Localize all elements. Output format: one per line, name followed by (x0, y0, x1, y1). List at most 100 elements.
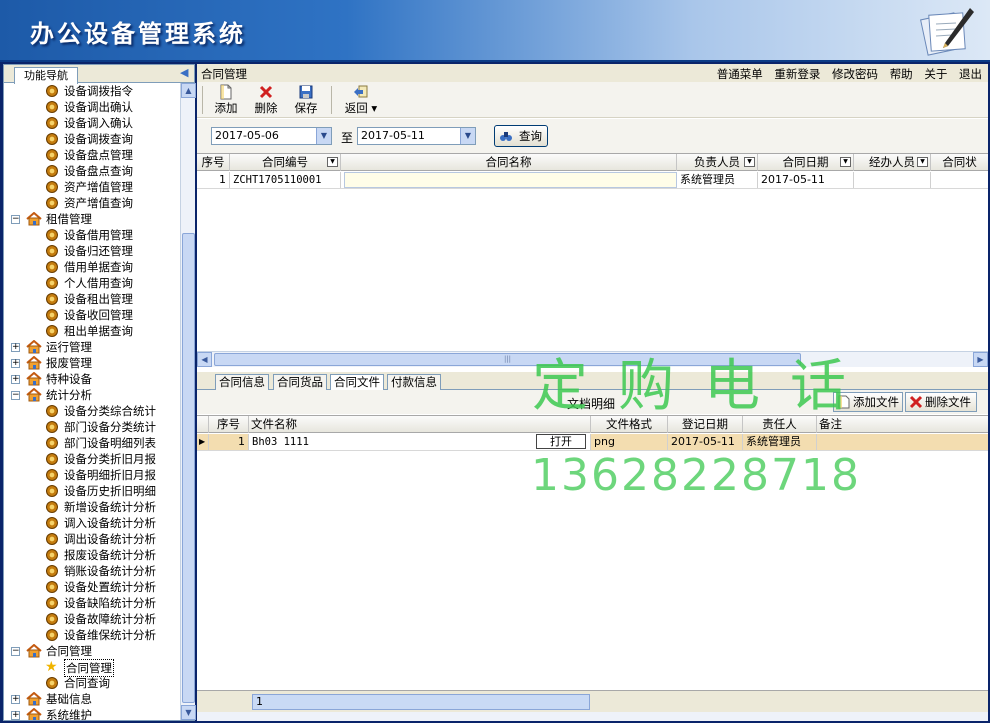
tab-contract-files[interactable]: 合同文件 (330, 374, 384, 391)
tree-item[interactable]: 资产增值查询 (4, 195, 180, 211)
expand-plus-icon[interactable]: + (11, 711, 20, 720)
expand-plus-icon[interactable]: + (11, 695, 20, 704)
tree-item[interactable]: 租出单据查询 (4, 323, 180, 339)
tree-item[interactable]: 设备故障统计分析 (4, 611, 180, 627)
menu-normal[interactable]: 普通菜单 (717, 67, 763, 81)
table-row[interactable]: 1 ZCHT1705110001 系统管理员 2017-05-11 (197, 172, 988, 189)
expand-plus-icon[interactable]: + (11, 359, 20, 368)
query-button[interactable]: 查询 (494, 125, 548, 147)
tree-group[interactable]: + 报废管理 (4, 355, 180, 371)
back-button[interactable]: 返回 ▾ (339, 84, 383, 116)
tree-group[interactable]: + 特种设备 (4, 371, 180, 387)
tree-item[interactable]: 新增设备统计分析 (4, 499, 180, 515)
filter-dropdown-icon[interactable]: ▼ (327, 157, 338, 167)
cell-contract-name[interactable] (344, 172, 677, 188)
expand-plus-icon[interactable]: + (11, 343, 20, 352)
tree-item[interactable]: 资产增值管理 (4, 179, 180, 195)
date-from-select[interactable]: 2017-05-06 ▼ (211, 127, 332, 145)
tree-item[interactable]: 借用单据查询 (4, 259, 180, 275)
scroll-left-button[interactable]: ◀ (197, 352, 212, 367)
open-file-button[interactable]: 打开 (536, 434, 586, 449)
col-contract-code[interactable]: 合同编号 ▼ (230, 154, 341, 171)
tree-item[interactable]: 设备分类折旧月报 (4, 451, 180, 467)
col-owner[interactable]: 负责人员 ▼ (677, 154, 758, 171)
tree-item[interactable]: ★ 合同管理 (4, 659, 180, 677)
tree-item[interactable]: 设备历史折旧明细 (4, 483, 180, 499)
delete-file-button[interactable]: 删除文件 (905, 392, 977, 412)
tree-item[interactable]: 设备调拨查询 (4, 131, 180, 147)
tree-item[interactable]: 个人借用查询 (4, 275, 180, 291)
contract-grid-header: 序号 合同编号 ▼ 合同名称 负责人员 ▼ 合同日期 ▼ 经办人员 ▼ 合同状 (197, 153, 988, 171)
tree-item[interactable]: 调出设备统计分析 (4, 531, 180, 547)
save-button[interactable]: 保存 (291, 84, 321, 116)
expand-plus-icon[interactable]: + (11, 375, 20, 384)
tree-item[interactable]: 设备归还管理 (4, 243, 180, 259)
tab-contract-info[interactable]: 合同信息 (215, 374, 269, 390)
tree-item[interactable]: 部门设备分类统计 (4, 419, 180, 435)
tree-item[interactable]: 销账设备统计分析 (4, 563, 180, 579)
tree-item[interactable]: 设备分类综合统计 (4, 403, 180, 419)
col-contract-date[interactable]: 合同日期 ▼ (758, 154, 854, 171)
tree-scrollbar[interactable]: ▲ ▼ (180, 83, 196, 720)
collapse-nav-icon[interactable]: ◀ (180, 66, 188, 79)
document-grid-hscroll[interactable] (197, 712, 988, 721)
chevron-down-icon[interactable]: ▼ (460, 128, 475, 144)
tab-contract-goods[interactable]: 合同货品 (273, 374, 327, 390)
tree-group[interactable]: + 系统维护 (4, 707, 180, 720)
tree-item[interactable]: 设备收回管理 (4, 307, 180, 323)
scroll-right-button[interactable]: ▶ (973, 352, 988, 367)
tree-group[interactable]: + 运行管理 (4, 339, 180, 355)
tree-item[interactable]: 设备盘点管理 (4, 147, 180, 163)
tree-item[interactable]: 设备盘点查询 (4, 163, 180, 179)
tree-group[interactable]: − 租借管理 (4, 211, 180, 227)
tree-item[interactable]: 设备明细折旧月报 (4, 467, 180, 483)
document-grid-footer: 1 (197, 690, 988, 712)
filter-dropdown-icon[interactable]: ▼ (917, 157, 928, 167)
scroll-down-button[interactable]: ▼ (181, 705, 196, 720)
filter-dropdown-icon[interactable]: ▼ (744, 157, 755, 167)
col-doc-seq[interactable]: 序号 (209, 416, 249, 433)
tab-function-navigation[interactable]: 功能导航 (14, 67, 78, 84)
filter-dropdown-icon[interactable]: ▼ (840, 157, 851, 167)
tree-item[interactable]: 部门设备明细列表 (4, 435, 180, 451)
menu-exit[interactable]: 退出 (959, 67, 982, 81)
cell-file-name[interactable]: Bh03 1111 打开 (249, 434, 591, 450)
tree-item[interactable]: 设备处置统计分析 (4, 579, 180, 595)
watermark-phone-text: 13628228718 (531, 450, 861, 501)
col-contract-name[interactable]: 合同名称 (341, 154, 677, 171)
tree-group[interactable]: − 统计分析 (4, 387, 180, 403)
menu-relogin[interactable]: 重新登录 (774, 67, 820, 81)
add-button[interactable]: 添加 (211, 84, 241, 116)
menu-help[interactable]: 帮助 (890, 67, 913, 81)
tree-item[interactable]: 报废设备统计分析 (4, 547, 180, 563)
tree-item[interactable]: 设备缺陷统计分析 (4, 595, 180, 611)
col-seq[interactable]: 序号 (197, 154, 230, 171)
col-handler[interactable]: 经办人员 ▼ (854, 154, 931, 171)
collapse-minus-icon[interactable]: − (11, 647, 20, 656)
menu-change-password[interactable]: 修改密码 (832, 67, 878, 81)
collapse-minus-icon[interactable]: − (11, 391, 20, 400)
tree-item[interactable]: 合同查询 (4, 675, 180, 691)
tree-item[interactable]: 设备调出确认 (4, 99, 180, 115)
chevron-down-icon[interactable]: ▼ (316, 128, 331, 144)
date-to-select[interactable]: 2017-05-11 ▼ (357, 127, 476, 145)
table-row[interactable]: ▶ 1 Bh03 1111 打开 png 2017-05-11 系统管理员 (197, 434, 988, 451)
delete-button[interactable]: 删除 (251, 84, 281, 116)
collapse-minus-icon[interactable]: − (11, 215, 20, 224)
tree-item[interactable]: 设备借用管理 (4, 227, 180, 243)
gear-icon (46, 309, 58, 321)
tree-group[interactable]: + 基础信息 (4, 691, 180, 707)
scroll-up-button[interactable]: ▲ (181, 83, 196, 98)
tree-item[interactable]: 设备租出管理 (4, 291, 180, 307)
col-contract-status[interactable]: 合同状 (931, 154, 988, 171)
gear-icon (46, 517, 58, 529)
tree-item[interactable]: 设备调拨指令 (4, 83, 180, 99)
tree-item-label: 报废管理 (46, 356, 92, 370)
tree-item[interactable]: 设备调入确认 (4, 115, 180, 131)
tab-payment-info[interactable]: 付款信息 (387, 374, 441, 390)
menu-about[interactable]: 关于 (924, 67, 947, 81)
tree-group[interactable]: − 合同管理 (4, 643, 180, 659)
scroll-thumb[interactable] (182, 233, 195, 703)
tree-item[interactable]: 调入设备统计分析 (4, 515, 180, 531)
tree-item[interactable]: 设备维保统计分析 (4, 627, 180, 643)
